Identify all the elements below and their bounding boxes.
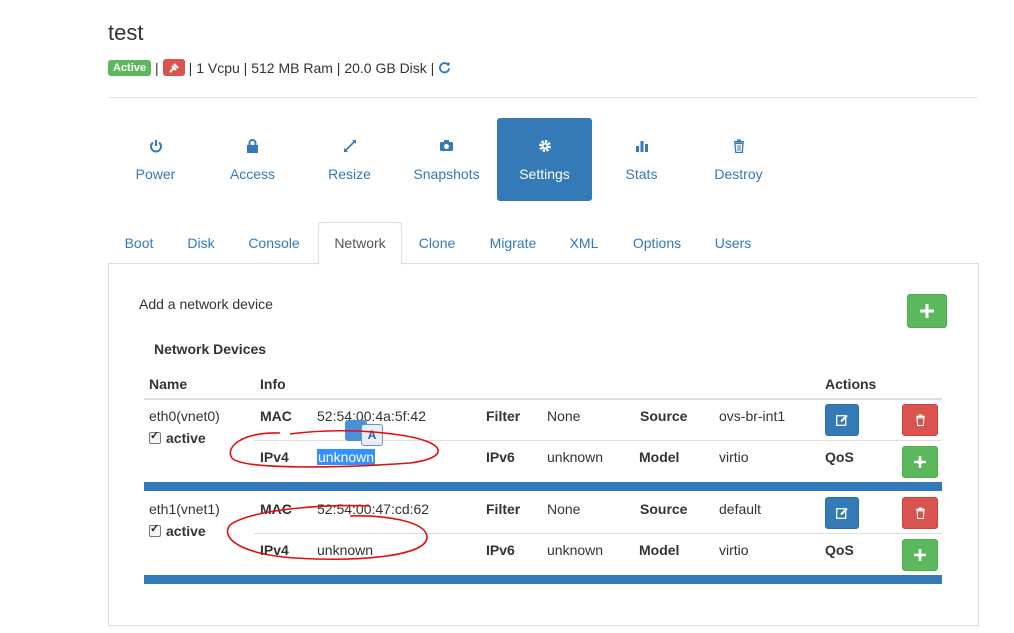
tab-clone[interactable]: Clone: [405, 223, 469, 263]
ipv6-label: IPv6: [486, 449, 515, 465]
camera-icon: [439, 138, 454, 154]
edit-icon: [836, 507, 848, 519]
trash-icon: [915, 414, 925, 426]
destroy-tile[interactable]: Destroy: [691, 118, 786, 201]
status-badge: Active: [108, 59, 152, 76]
gear-icon: [538, 138, 552, 154]
snapshots-tile[interactable]: Snapshots: [399, 118, 494, 201]
power-off-button[interactable]: [162, 59, 185, 76]
tab-disk[interactable]: Disk: [172, 223, 230, 263]
active-checkbox[interactable]: [149, 429, 161, 444]
tab-boot[interactable]: Boot: [110, 223, 168, 263]
model-label: Model: [639, 449, 680, 465]
tab-options[interactable]: Options: [617, 223, 697, 263]
edit-button[interactable]: [825, 497, 859, 529]
stats-tile[interactable]: Stats: [594, 118, 689, 201]
source-value: default: [719, 501, 762, 517]
add-qos-button[interactable]: [902, 539, 938, 571]
qos-label: QoS: [825, 542, 854, 558]
plus-icon: [914, 456, 926, 468]
device-state: active: [149, 429, 206, 446]
bar-chart-icon: [635, 138, 649, 154]
settings-tile[interactable]: Settings: [497, 118, 592, 201]
header-actions: Actions: [825, 376, 877, 392]
vm-meta: Active | | 1 Vcpu | 512 MB Ram | 20.0 GB…: [108, 59, 451, 76]
tab-migrate[interactable]: Migrate: [474, 223, 552, 263]
tab-network[interactable]: Network: [318, 222, 402, 265]
ipv6-value: unknown: [547, 542, 604, 558]
filter-value: None: [547, 408, 581, 424]
model-value: virtio: [719, 542, 749, 558]
model-label: Model: [639, 542, 680, 558]
resize-tile[interactable]: Resize: [302, 118, 397, 201]
device-state: active: [149, 522, 206, 539]
edit-button[interactable]: [825, 404, 859, 436]
ipv6-label: IPv6: [486, 542, 515, 558]
filter-label: Filter: [486, 408, 521, 424]
lock-icon: [246, 138, 259, 154]
network-devices-title: Network Devices: [154, 341, 267, 357]
annotation-ellipse-ipv4-row2: [226, 504, 428, 560]
tab-xml[interactable]: XML: [556, 223, 612, 263]
trash-icon: [733, 138, 745, 154]
header-name: Name: [149, 376, 188, 392]
power-tile[interactable]: Power: [108, 118, 203, 201]
source-label: Source: [640, 408, 688, 424]
header-info: Info: [260, 376, 286, 392]
header-divider: [144, 398, 942, 400]
resize-icon: [343, 138, 357, 154]
trash-icon: [915, 507, 925, 519]
add-qos-button[interactable]: [902, 446, 938, 478]
annotation-ellipse-ipv4-row1: [229, 429, 439, 468]
filter-label: Filter: [486, 501, 521, 517]
plug-icon: [168, 62, 179, 73]
active-checkbox[interactable]: [149, 522, 161, 537]
ipv6-value: unknown: [547, 449, 604, 465]
qos-label: QoS: [825, 449, 854, 465]
divider: [108, 97, 978, 98]
vm-specs: | 1 Vcpu | 512 MB Ram | 20.0 GB Disk |: [188, 59, 435, 76]
annotation-circles: [226, 429, 439, 560]
filter-value: None: [547, 501, 581, 517]
plus-icon: [920, 304, 934, 318]
access-tile[interactable]: Access: [205, 118, 300, 201]
refresh-icon[interactable]: [438, 61, 451, 74]
source-label: Source: [640, 501, 688, 517]
delete-button[interactable]: [902, 497, 938, 529]
source-value: ovs-br-int1: [719, 408, 786, 424]
tab-users[interactable]: Users: [700, 223, 766, 263]
model-value: virtio: [719, 449, 749, 465]
page-title: test: [108, 20, 144, 45]
tab-console[interactable]: Console: [234, 223, 314, 263]
device-name: eth1(vnet1): [149, 501, 220, 517]
plus-icon: [914, 549, 926, 561]
add-network-label: Add a network device: [139, 296, 273, 312]
power-icon: [149, 138, 163, 154]
add-network-button[interactable]: [907, 294, 947, 328]
edit-icon: [836, 414, 848, 426]
device-name: eth0(vnet0): [149, 408, 220, 424]
delete-button[interactable]: [902, 404, 938, 436]
